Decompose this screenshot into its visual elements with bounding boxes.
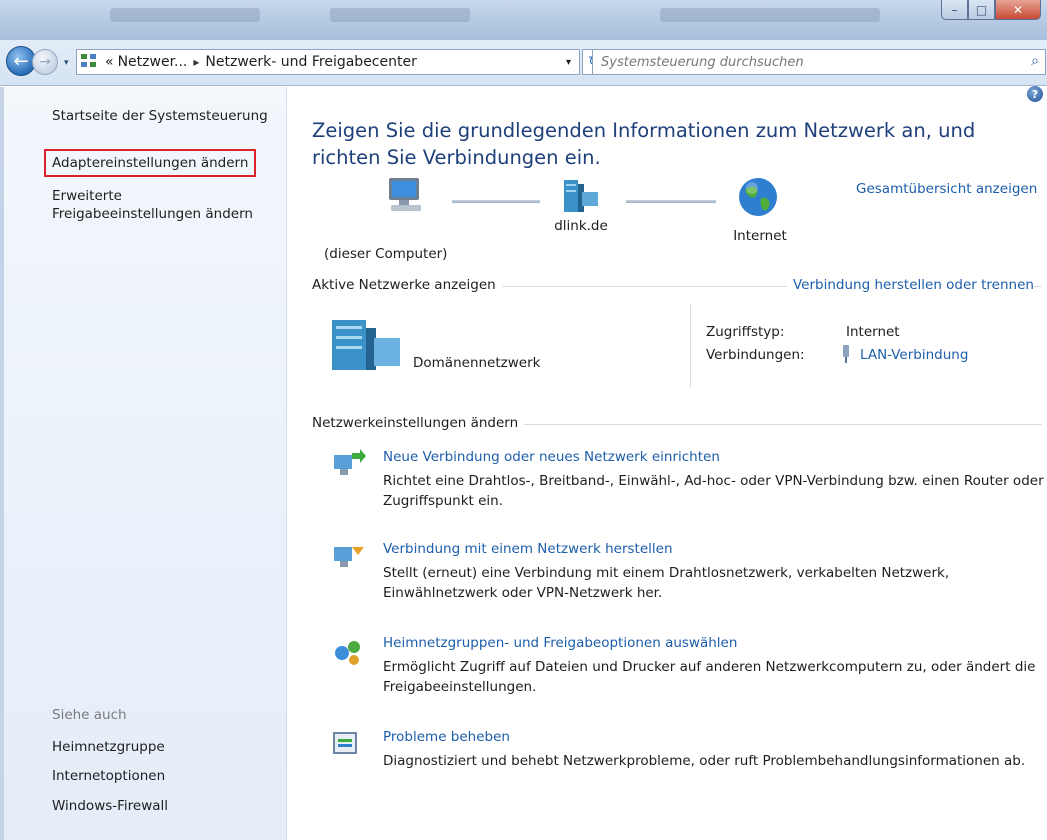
breadcrumb-freigabecenter[interactable]: Netzwerk- und Freigabecenter (205, 54, 416, 70)
breadcrumb-netzwerk[interactable]: Netzwer... (118, 54, 188, 70)
minimize-button[interactable]: – (941, 0, 968, 20)
task-desc-troubleshoot: Diagnostiziert und behebt Netzwerkproble… (383, 753, 1026, 769)
active-networks-heading: Aktive Netzwerke anzeigen (312, 277, 502, 293)
maximize-button[interactable]: □ (968, 0, 995, 20)
search-placeholder: Systemsteuerung durchsuchen (601, 54, 804, 70)
sidebar-item-advanced-sharing-line2: Freigabeeinstellungen ändern (52, 206, 253, 222)
blurred-toolbar (330, 8, 470, 22)
connect-network-icon (330, 541, 366, 573)
task-title-homegroup-sharing[interactable]: Heimnetzgruppen- und Freigabeoptionen au… (383, 635, 737, 651)
domain-network-icon (330, 318, 402, 376)
task-title-new-connection[interactable]: Neue Verbindung oder neues Netzwerk einr… (383, 449, 720, 465)
lan-connection-link[interactable]: LAN-Verbindung (860, 347, 968, 363)
search-input[interactable]: Systemsteuerung durchsuchen ⌕ (592, 49, 1046, 75)
task-title-troubleshoot[interactable]: Probleme beheben (383, 729, 510, 745)
sidebar-item-control-panel-home[interactable]: Startseite der Systemsteuerung (52, 107, 268, 125)
address-bar[interactable]: « Netzwer... ▸ Netzwerk- und Freigabecen… (76, 49, 580, 75)
pane-edge (0, 87, 4, 840)
task-connect-network: Verbindung mit einem Netzwerk herstellen… (330, 541, 1045, 611)
navigation-bar: ← → ▾ « Netzwer... ▸ Netzwerk- und Freig… (0, 40, 1047, 86)
window-controls: – □ ✕ (941, 0, 1041, 20)
task-desc-new-connection: Richtet eine Drahtlos-, Breitband-, Einw… (383, 473, 1044, 509)
router-label: dlink.de (554, 218, 608, 234)
connection-line (626, 200, 716, 203)
task-new-connection: Neue Verbindung oder neues Netzwerk einr… (330, 449, 1045, 519)
this-computer-label: (dieser Computer) (324, 246, 448, 262)
troubleshoot-icon (330, 729, 366, 761)
connect-disconnect-link[interactable]: Verbindung herstellen oder trennen (787, 277, 1034, 293)
connection-line (452, 200, 540, 203)
task-troubleshoot: Probleme beheben Diagnostiziert und behe… (330, 729, 1045, 799)
close-button[interactable]: ✕ (995, 0, 1041, 20)
connections-label: Verbindungen: (706, 347, 805, 363)
network-settings-heading: Netzwerkeinstellungen ändern (312, 415, 525, 431)
address-prefix: « (105, 54, 114, 70)
task-desc-homegroup-sharing: Ermöglicht Zugriff auf Dateien und Druck… (383, 659, 1036, 695)
help-icon[interactable]: ? (1027, 86, 1043, 102)
access-type-label: Zugriffstyp: (706, 324, 785, 340)
sidebar-item-homegroup[interactable]: Heimnetzgruppe (52, 738, 165, 756)
page-title: Zeigen Sie die grundlegenden Information… (312, 119, 976, 169)
search-icon[interactable]: ⌕ (1031, 53, 1039, 69)
lan-plug-icon (840, 345, 852, 367)
breadcrumb-separator-icon[interactable]: ▸ (193, 55, 199, 69)
sidebar-item-adapter-settings[interactable]: Adaptereinstellungen ändern (43, 149, 257, 177)
blurred-tabs (660, 8, 880, 22)
vertical-divider (690, 303, 691, 387)
sidebar-item-windows-firewall[interactable]: Windows-Firewall (52, 797, 168, 815)
address-dropdown-icon[interactable]: ▾ (566, 57, 571, 68)
recent-pages-dropdown[interactable]: ▾ (64, 58, 69, 68)
forward-button[interactable]: → (32, 49, 58, 75)
router-icon[interactable] (560, 178, 600, 218)
sidebar-item-advanced-sharing-line1: Erweiterte (52, 188, 122, 204)
sidebar-item-internet-options[interactable]: Internetoptionen (52, 767, 165, 785)
sidebar-item-advanced-sharing[interactable]: Erweiterte Freigabeeinstellungen ändern (52, 187, 253, 223)
full-map-link[interactable]: Gesamtübersicht anzeigen (856, 181, 1046, 197)
access-type-value: Internet (846, 324, 900, 340)
forward-arrow-icon: → (39, 54, 51, 70)
network-name: Domänennetzwerk (413, 355, 541, 371)
task-title-connect-network[interactable]: Verbindung mit einem Netzwerk herstellen (383, 541, 673, 557)
blurred-title (110, 8, 260, 22)
task-desc-connect-network: Stellt (erneut) eine Verbindung mit eine… (383, 565, 950, 601)
title-bar: – □ ✕ (0, 0, 1047, 40)
new-connection-icon (330, 449, 366, 481)
computer-icon[interactable] (385, 176, 425, 218)
see-also-heading: Siehe auch (52, 707, 127, 723)
internet-label: Internet (733, 228, 787, 244)
back-arrow-icon: ← (13, 50, 29, 72)
task-homegroup-sharing: Heimnetzgruppen- und Freigabeoptionen au… (330, 635, 1045, 705)
left-task-pane: Startseite der Systemsteuerung Adapterei… (0, 87, 287, 840)
network-center-icon (81, 54, 99, 70)
homegroup-icon (330, 635, 366, 667)
globe-icon[interactable] (737, 176, 779, 222)
